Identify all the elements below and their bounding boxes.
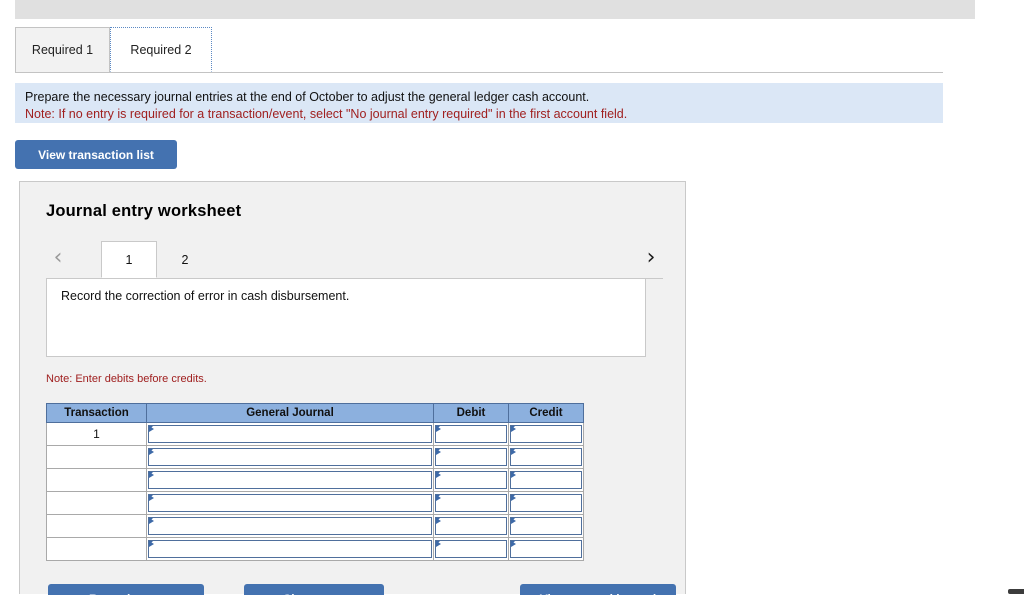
credit-cell[interactable] <box>508 468 584 492</box>
general-journal-cell[interactable] <box>146 422 434 446</box>
table-row <box>46 514 584 538</box>
debits-note: Note: Enter debits before credits. <box>46 373 207 385</box>
table-row: 1 <box>46 422 584 446</box>
account-select-input[interactable] <box>148 494 432 512</box>
debit-input[interactable] <box>435 540 507 558</box>
debit-cell[interactable] <box>433 537 509 561</box>
tab-required-1-label: Required 1 <box>31 43 94 57</box>
credit-cell[interactable] <box>508 537 584 561</box>
general-journal-cell[interactable] <box>146 491 434 515</box>
record-entry-button[interactable]: Record entry <box>48 584 204 595</box>
worksheet-page-2[interactable]: 2 <box>157 241 213 278</box>
table-header-row: Transaction General Journal Debit Credit <box>46 403 584 423</box>
view-general-journal-button[interactable]: View general journal <box>520 584 676 595</box>
general-journal-cell[interactable] <box>146 468 434 492</box>
credit-input[interactable] <box>510 471 582 489</box>
tab-required-1[interactable]: Required 1 <box>15 27 110 72</box>
credit-input[interactable] <box>510 494 582 512</box>
debit-cell[interactable] <box>433 491 509 515</box>
table-row <box>46 491 584 515</box>
credit-cell[interactable] <box>508 491 584 515</box>
column-header-transaction: Transaction <box>46 403 147 423</box>
table-row <box>46 445 584 469</box>
instruction-text: Prepare the necessary journal entries at… <box>25 90 590 104</box>
column-header-credit: Credit <box>508 403 584 423</box>
worksheet-action-buttons: Record entry Clear entry View general jo… <box>20 584 687 595</box>
chevron-left-icon[interactable]: ‹ <box>46 243 70 273</box>
debit-input[interactable] <box>435 471 507 489</box>
worksheet-title: Journal entry worksheet <box>46 202 242 220</box>
transaction-number-cell <box>46 514 147 538</box>
general-journal-cell[interactable] <box>146 537 434 561</box>
column-header-general-journal: General Journal <box>146 403 434 423</box>
worksheet-page-1-label: 1 <box>125 252 133 267</box>
account-select-input[interactable] <box>148 517 432 535</box>
debit-cell[interactable] <box>433 514 509 538</box>
debit-cell[interactable] <box>433 468 509 492</box>
clear-entry-button[interactable]: Clear entry <box>244 584 384 595</box>
entry-description-box: Record the correction of error in cash d… <box>46 278 646 357</box>
credit-cell[interactable] <box>508 445 584 469</box>
account-select-input[interactable] <box>148 448 432 466</box>
tab-required-2-label: Required 2 <box>130 42 192 57</box>
transaction-number-cell <box>46 468 147 492</box>
account-select-input[interactable] <box>148 540 432 558</box>
journal-entry-worksheet-panel: Journal entry worksheet ‹ 1 2 › Record t… <box>19 181 687 595</box>
debit-input[interactable] <box>435 517 507 535</box>
entry-description-text: Record the correction of error in cash d… <box>61 289 350 303</box>
debit-cell[interactable] <box>433 422 509 446</box>
table-row <box>46 468 584 492</box>
journal-entry-table: Transaction General Journal Debit Credit… <box>46 403 584 561</box>
account-select-input[interactable] <box>148 471 432 489</box>
column-header-debit: Debit <box>433 403 509 423</box>
credit-input[interactable] <box>510 425 582 443</box>
instruction-note: Note: If no entry is required for a tran… <box>25 107 628 121</box>
instruction-banner: Prepare the necessary journal entries at… <box>15 83 943 123</box>
credit-input[interactable] <box>510 448 582 466</box>
credit-input[interactable] <box>510 517 582 535</box>
credit-cell[interactable] <box>508 514 584 538</box>
top-gray-strip <box>15 0 975 19</box>
general-journal-cell[interactable] <box>146 514 434 538</box>
debit-input[interactable] <box>435 425 507 443</box>
debit-input[interactable] <box>435 494 507 512</box>
debit-cell[interactable] <box>433 445 509 469</box>
transaction-number-cell <box>46 445 147 469</box>
tab-required-2[interactable]: Required 2 <box>110 27 212 72</box>
account-select-input[interactable] <box>148 425 432 443</box>
transaction-number-cell: 1 <box>46 422 147 446</box>
worksheet-page-1[interactable]: 1 <box>101 241 157 278</box>
general-journal-cell[interactable] <box>146 445 434 469</box>
chevron-right-icon[interactable]: › <box>639 243 663 273</box>
requirement-tabbar: Required 1 Required 2 <box>15 24 943 73</box>
worksheet-pager: ‹ 1 2 › <box>46 237 663 279</box>
transaction-number-cell <box>46 491 147 515</box>
transaction-number-cell <box>46 537 147 561</box>
corner-fragment <box>1008 589 1024 594</box>
debit-input[interactable] <box>435 448 507 466</box>
table-row <box>46 537 584 561</box>
credit-input[interactable] <box>510 540 582 558</box>
worksheet-page-2-label: 2 <box>181 252 189 267</box>
credit-cell[interactable] <box>508 422 584 446</box>
view-transaction-list-button[interactable]: View transaction list <box>15 140 177 169</box>
